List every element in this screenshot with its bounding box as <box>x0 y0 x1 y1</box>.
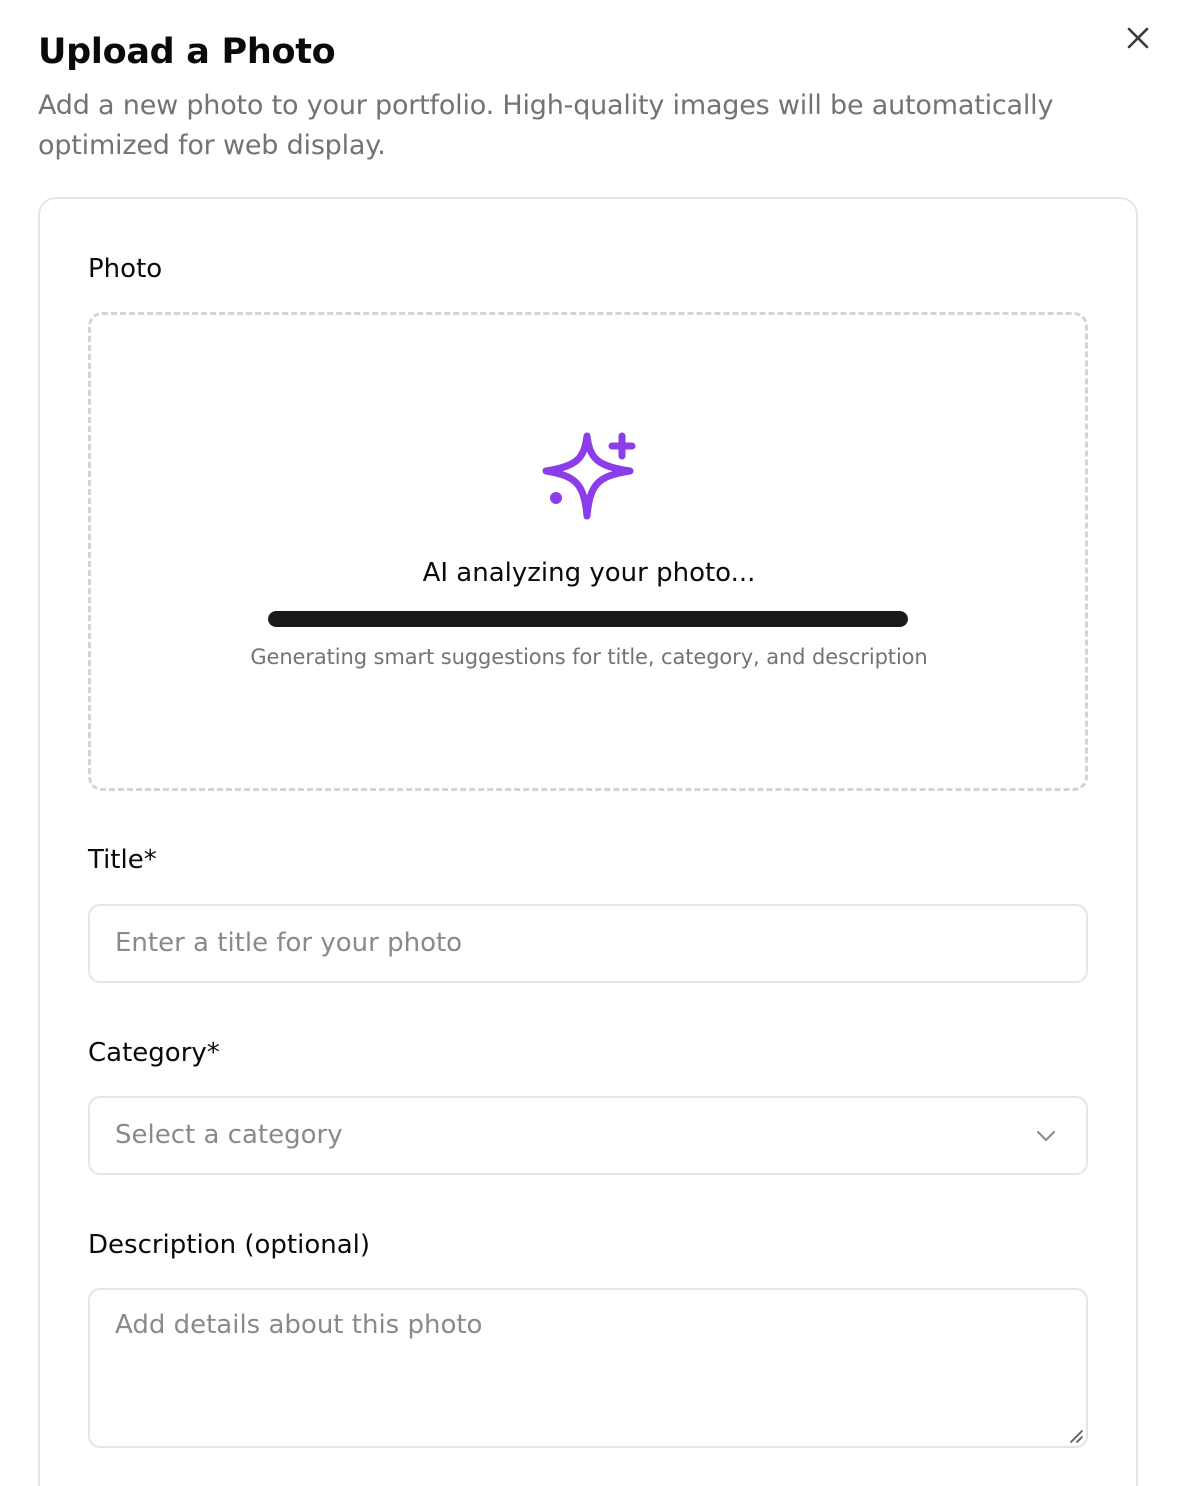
upload-photo-dialog: Upload a Photo Add a new photo to your p… <box>0 0 1178 1486</box>
dialog-title: Upload a Photo <box>38 32 336 72</box>
title-input[interactable]: Enter a title for your photo <box>88 904 1088 983</box>
category-select[interactable]: Select a category <box>88 1096 1088 1175</box>
sparkles-icon <box>542 432 636 520</box>
photo-dropzone[interactable] <box>88 312 1088 791</box>
photo-label: Photo <box>88 254 163 284</box>
title-input-placeholder: Enter a title for your photo <box>115 928 463 958</box>
category-label: Category* <box>88 1038 220 1068</box>
description-textarea-placeholder: Add details about this photo <box>115 1310 483 1340</box>
chevron-down-icon <box>1037 1131 1055 1141</box>
description-label: Description (optional) <box>88 1230 371 1260</box>
analysis-progress-bar <box>268 611 908 627</box>
description-textarea[interactable]: Add details about this photo <box>88 1288 1088 1448</box>
close-button[interactable] <box>1124 24 1152 52</box>
resize-handle-icon[interactable] <box>1069 1429 1083 1443</box>
analysis-progress-fill <box>268 611 908 627</box>
analysis-status-title: AI analyzing your photo... <box>422 558 756 588</box>
close-icon <box>1127 27 1149 49</box>
category-select-placeholder: Select a category <box>115 1120 343 1150</box>
title-label: Title* <box>88 845 157 875</box>
dialog-description: Add a new photo to your portfolio. High-… <box>38 90 1054 161</box>
analysis-status-subtitle: Generating smart suggestions for title, … <box>250 645 928 669</box>
